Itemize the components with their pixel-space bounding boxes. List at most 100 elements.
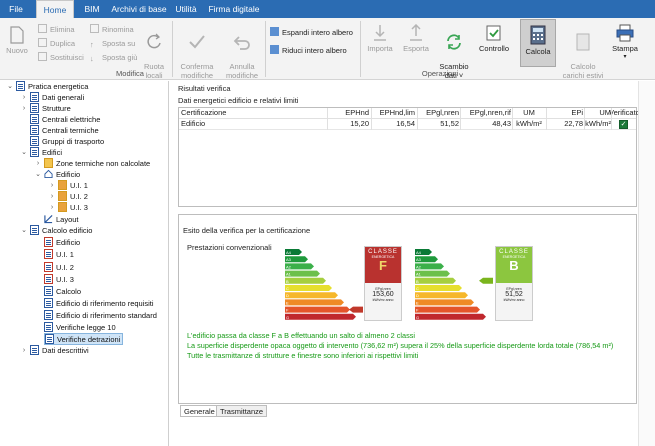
calculator-icon bbox=[530, 25, 546, 45]
folder-icon bbox=[58, 191, 67, 201]
cell-certificazione: Edificio bbox=[181, 119, 206, 128]
sostituisci-button[interactable]: Sostituisci bbox=[38, 52, 84, 63]
elimina-button[interactable]: Elimina bbox=[38, 24, 75, 35]
esito-panel: Esito della verifica per la certificazio… bbox=[178, 214, 637, 404]
verificato-checkbox[interactable]: ✓ bbox=[619, 120, 628, 129]
calculator-disabled-icon bbox=[576, 33, 590, 51]
conferma-modifiche-button[interactable]: Conferma modifiche bbox=[176, 24, 218, 80]
undo-icon bbox=[233, 36, 250, 50]
tab-generale[interactable]: Generale bbox=[180, 405, 219, 417]
col-header-ephnd-lim: EPHnd,lim bbox=[379, 108, 415, 117]
tab-file[interactable]: File bbox=[4, 0, 28, 18]
expander-icon[interactable]: › bbox=[48, 202, 56, 214]
cell-um-2: kWh/m² bbox=[585, 119, 611, 128]
tree-node-label: Zone termiche non calcolate bbox=[56, 159, 151, 168]
tab-bim[interactable]: BIM bbox=[80, 0, 104, 18]
group-label-modifica: Modifica bbox=[116, 69, 144, 78]
expander-icon[interactable]: ⌄ bbox=[6, 81, 14, 93]
tree-node-label: U.I. 1 bbox=[70, 181, 88, 190]
energy-scale-letter: A2 bbox=[286, 264, 292, 269]
sposta-su-label: Sposta su bbox=[102, 39, 136, 48]
sposta-su-button[interactable]: ↑ Sposta su bbox=[90, 38, 135, 49]
class-header-after: CLASSE ENERGETICA B bbox=[496, 247, 532, 283]
sposta-giu-label: Sposta giù bbox=[102, 53, 138, 62]
expander-icon[interactable]: ⌄ bbox=[20, 225, 28, 237]
sostituisci-label: Sostituisci bbox=[50, 53, 84, 62]
tree-node-label: Calcolo bbox=[56, 287, 82, 296]
duplicate-icon bbox=[38, 38, 47, 47]
value-before: 153,60 bbox=[372, 291, 394, 298]
layout-icon bbox=[44, 214, 53, 224]
col-header-epi: EPi bbox=[571, 108, 583, 117]
tree-node-calcolo-edificio[interactable]: ⌄ Calcolo edificio bbox=[21, 225, 92, 237]
tree-node-verifiche-detrazioni[interactable]: Verifiche detrazioni bbox=[44, 333, 124, 345]
vertical-scrollbar[interactable] bbox=[638, 81, 655, 446]
energy-scale-letter: A3 bbox=[286, 257, 292, 262]
export-icon bbox=[410, 24, 422, 41]
espandi-label: Espandi intero albero bbox=[282, 28, 353, 37]
esporta-label: Esporta bbox=[403, 44, 429, 53]
expander-icon[interactable]: ⌄ bbox=[20, 147, 28, 159]
col-header-epgl-nren: EPgl,nren bbox=[426, 108, 459, 117]
tree-node-calc-ui-1[interactable]: U.I. 1 bbox=[44, 249, 74, 261]
delete-icon bbox=[38, 24, 47, 33]
tree-node-dati-descrittivi[interactable]: › Dati descrittivi bbox=[23, 345, 89, 357]
annulla-modifiche-button[interactable]: Annulla modifiche bbox=[222, 24, 262, 80]
value-after: 51,52 bbox=[505, 291, 523, 298]
document-icon bbox=[30, 147, 39, 157]
riduci-albero-button[interactable]: Riduci intero albero bbox=[270, 45, 347, 56]
col-header-verificato: Verificato bbox=[609, 108, 640, 117]
tree-node-calc-ui-3[interactable]: U.I. 3 bbox=[44, 274, 74, 286]
esporta-button[interactable]: Esporta bbox=[400, 24, 432, 53]
unit-before: kWh/m² anno bbox=[372, 298, 394, 302]
calcola-button[interactable]: Calcola bbox=[520, 19, 556, 67]
rinomina-button[interactable]: Rinomina bbox=[90, 24, 134, 35]
tab-firma-digitale[interactable]: Firma digitale bbox=[206, 0, 262, 18]
energy-scale-letter: B bbox=[286, 279, 289, 284]
tree-node-calc-edificio[interactable]: Edificio bbox=[44, 237, 80, 249]
expander-icon[interactable]: › bbox=[20, 345, 28, 357]
tree-node-label: Pratica energetica bbox=[28, 82, 89, 91]
tree-node-label: Layout bbox=[56, 215, 79, 224]
elimina-label: Elimina bbox=[50, 25, 75, 34]
stampa-button[interactable]: Stampa ▾ bbox=[610, 24, 640, 62]
tree-node-calcolo[interactable]: Calcolo bbox=[44, 286, 81, 298]
importa-button[interactable]: Importa bbox=[364, 24, 396, 53]
tab-archivi-di-base[interactable]: Archivi di base bbox=[110, 0, 168, 18]
class-header-before: CLASSE ENERGETICA F bbox=[365, 247, 401, 283]
tree-node-label: U.I. 2 bbox=[56, 263, 74, 272]
tab-home[interactable]: Home bbox=[36, 0, 74, 18]
controllo-button[interactable]: Controllo bbox=[476, 24, 512, 53]
energy-scale-letter: A1 bbox=[416, 272, 422, 277]
cell-epi: 22,78 bbox=[564, 119, 583, 128]
calcolo-carichi-estivi-button[interactable]: Calcolo carichi estivi bbox=[560, 24, 606, 80]
duplica-button[interactable]: Duplica bbox=[38, 38, 75, 49]
tab-utilita[interactable]: Utilità bbox=[172, 0, 200, 18]
controllo-label: Controllo bbox=[478, 44, 509, 53]
energy-scale-bar bbox=[285, 299, 344, 306]
energy-scale-bar bbox=[285, 292, 338, 299]
message-class-change: L'edificio passa da classe F a B effettu… bbox=[187, 331, 416, 340]
nuovo-label: Nuovo bbox=[6, 46, 28, 55]
document-icon bbox=[30, 103, 39, 113]
tree-node-calc-ui-2[interactable]: U.I. 2 bbox=[44, 262, 74, 274]
tree-node-label: Edificio di riferimento requisiti bbox=[56, 299, 154, 308]
energy-scale-letter: A2 bbox=[416, 264, 422, 269]
table-row[interactable]: Edificio 15,20 16,54 51,52 48,43 kWh/m² … bbox=[179, 119, 636, 130]
espandi-albero-button[interactable]: Espandi intero albero bbox=[270, 27, 353, 38]
sync-icon bbox=[447, 34, 461, 50]
folder-icon bbox=[44, 158, 53, 168]
energy-scale-bar bbox=[285, 313, 356, 320]
tree-node-edificio-rif-requisiti[interactable]: Edificio di riferimento requisiti bbox=[44, 298, 154, 310]
tree-node-label: Centrali elettriche bbox=[42, 115, 101, 124]
col-header-certificazione: Certificazione bbox=[181, 108, 227, 117]
sposta-giu-button[interactable]: ↓ Sposta giù bbox=[90, 52, 137, 63]
expander-icon[interactable]: › bbox=[20, 103, 28, 115]
tree-node-label: Strutture bbox=[42, 104, 71, 113]
tree-node-edificio-rif-standard[interactable]: Edificio di riferimento standard bbox=[44, 310, 157, 322]
tree-node-ui-3[interactable]: › U.I. 3 bbox=[51, 202, 88, 214]
nuovo-button[interactable]: Nuovo bbox=[4, 26, 30, 55]
tab-trasmittanze[interactable]: Trasmittanze bbox=[216, 405, 268, 417]
expander-icon[interactable]: ⌄ bbox=[34, 169, 42, 181]
energy-scale-letter: G bbox=[286, 315, 289, 320]
